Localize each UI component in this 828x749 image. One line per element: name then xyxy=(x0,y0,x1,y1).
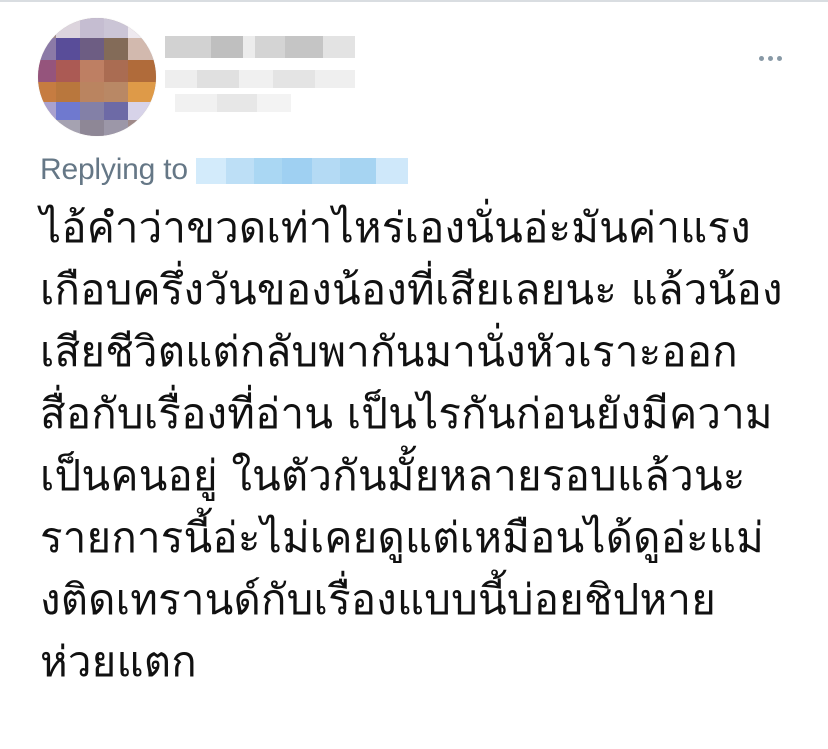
avatar-pixel xyxy=(56,102,80,120)
avatar-pixel xyxy=(80,120,104,136)
author-name-blur xyxy=(211,36,243,58)
handle-blur-block xyxy=(281,158,312,184)
author-name-blur xyxy=(243,36,255,58)
more-options-button[interactable] xyxy=(748,43,792,73)
author-name-blur xyxy=(323,36,355,58)
avatar-pixel xyxy=(128,102,156,120)
replied-user-handle-blur[interactable] xyxy=(195,158,408,184)
avatar-pixel xyxy=(56,82,80,102)
avatar-pixel xyxy=(56,38,80,60)
avatar-pixel xyxy=(38,102,56,120)
avatar-pixel xyxy=(128,82,156,102)
more-options-icon xyxy=(776,55,782,61)
avatar-pixel xyxy=(56,60,80,82)
author-handle-blur xyxy=(175,94,217,112)
author-handle-blur xyxy=(257,94,291,112)
avatar-pixel xyxy=(80,60,104,82)
handle-blur-block xyxy=(225,158,254,184)
avatar-pixel xyxy=(128,60,156,82)
avatar-pixel xyxy=(80,82,104,102)
avatar-pixel xyxy=(104,18,128,38)
avatar-pixel xyxy=(38,60,56,82)
author-handle-blur xyxy=(315,70,355,88)
avatar-pixel xyxy=(56,18,80,38)
author-info-redacted xyxy=(165,28,375,123)
replying-to-row: Replying to xyxy=(40,147,408,193)
avatar[interactable] xyxy=(38,18,156,136)
author-handle-blur xyxy=(239,70,273,88)
handle-blur-block xyxy=(311,158,340,184)
avatar-pixel xyxy=(128,38,156,60)
handle-blur-block xyxy=(375,158,408,184)
top-divider xyxy=(0,0,828,2)
avatar-pixel xyxy=(80,102,104,120)
avatar-pixel xyxy=(56,120,80,136)
tweet-body: ไอ้คำว่าขวดเท่าไหร่เองนั่นอ่ะมันค่าแรง เ… xyxy=(40,203,783,686)
more-options-icon xyxy=(767,55,773,61)
avatar-pixel xyxy=(104,82,128,102)
avatar-pixel xyxy=(80,38,104,60)
avatar-pixel xyxy=(38,38,56,60)
author-handle-blur xyxy=(217,94,257,112)
author-name-blur xyxy=(255,36,285,58)
handle-blur-block xyxy=(339,158,376,184)
avatar-pixel xyxy=(104,60,128,82)
avatar-pixel xyxy=(104,120,128,136)
replying-to-label: Replying to xyxy=(40,153,188,186)
author-handle-blur xyxy=(197,70,239,88)
author-name-blur xyxy=(285,36,323,58)
avatar-pixel xyxy=(38,82,56,102)
more-options-icon xyxy=(758,55,764,61)
author-name-blur xyxy=(165,36,211,58)
author-handle-blur xyxy=(273,70,315,88)
avatar-pixel xyxy=(104,38,128,60)
avatar-pixel xyxy=(128,18,148,38)
avatar-pixel xyxy=(104,102,128,120)
handle-blur-block xyxy=(253,158,282,184)
handle-blur-block xyxy=(195,158,226,184)
author-handle-blur xyxy=(165,70,197,88)
avatar-pixel xyxy=(80,18,104,38)
